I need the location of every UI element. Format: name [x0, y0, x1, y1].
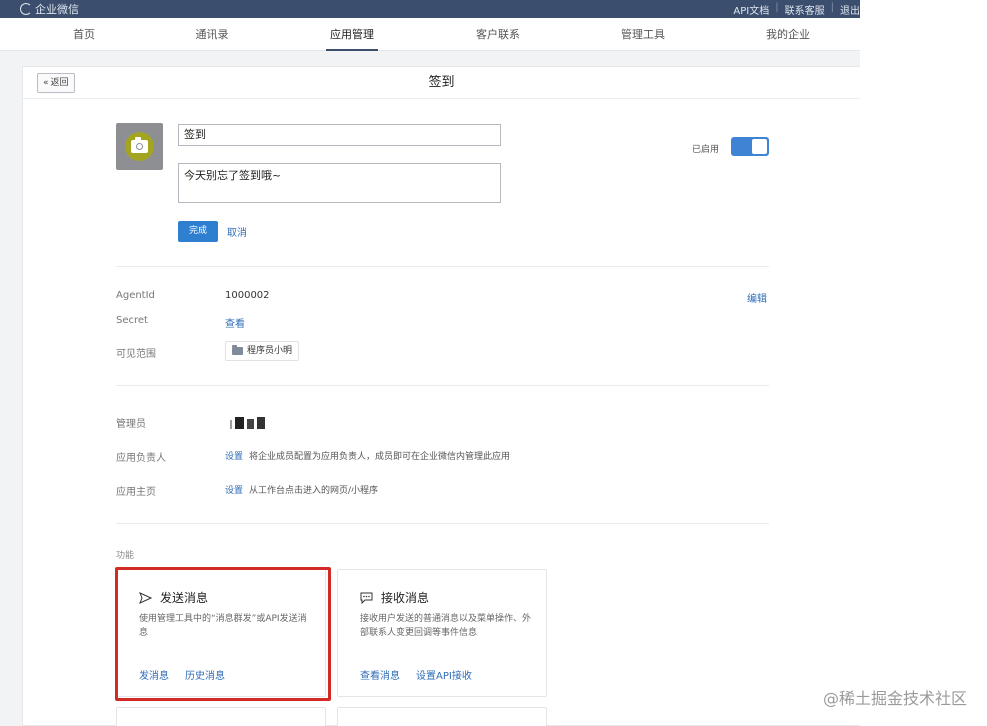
logo[interactable]: 企业微信 — [20, 1, 79, 17]
app-description-input[interactable]: 今天别忘了签到哦~ — [178, 163, 501, 203]
receive-message-description: 接收用户发送的普通消息以及菜单操作、外部联系人变更回调等事件信息 — [360, 614, 532, 638]
logout-link[interactable]: 退出 — [840, 2, 860, 17]
card-title: 接收消息 — [360, 589, 429, 606]
admin-console: 企业微信 API文档 | 联系客服 | 退出 首页 通讯录 应用管理 客户联系 … — [0, 0, 860, 726]
enabled-label: 已启用 — [692, 145, 720, 155]
chat-bubble-icon — [360, 592, 373, 604]
homepage-row: 设置 从工作台点击进入的网页/小程序 — [225, 483, 378, 496]
owner-label: 应用负责人 — [116, 453, 166, 464]
owner-set-link[interactable]: 设置 — [225, 452, 243, 462]
send-message-title: 发送消息 — [160, 591, 209, 605]
homepage-label: 应用主页 — [116, 487, 156, 498]
visible-range-label: 可见范围 — [116, 349, 156, 360]
divider — [116, 523, 769, 524]
camera-icon — [125, 132, 154, 161]
send-message-card[interactable]: 发送消息 使用管理工具中的“消息群发”或API发送消息 发消息 历史消息 — [116, 569, 326, 697]
page-title: 签到 — [428, 75, 455, 90]
link-separator: | — [775, 2, 779, 13]
nav-item-management-tools[interactable]: 管理工具 — [621, 18, 665, 51]
wecom-logo-icon — [20, 3, 32, 15]
message-history-link[interactable]: 历史消息 — [185, 667, 225, 682]
enabled-toggle[interactable] — [731, 137, 769, 156]
nav-item-app-management[interactable]: 应用管理 — [326, 18, 378, 51]
card-title: 发送消息 — [139, 589, 208, 606]
api-docs-link[interactable]: API文档 — [733, 2, 769, 17]
admin-label: 管理员 — [116, 419, 146, 430]
main-nav: 首页 通讯录 应用管理 客户联系 管理工具 我的企业 — [0, 18, 860, 51]
admin-avatar — [230, 416, 265, 429]
toggle-knob — [752, 139, 767, 154]
homepage-set-link[interactable]: 设置 — [225, 486, 243, 496]
visible-range-chip[interactable]: 程序员小明 — [225, 341, 300, 361]
send-message-link[interactable]: 发消息 — [139, 667, 169, 682]
feature-card[interactable] — [116, 707, 326, 726]
feature-card[interactable] — [337, 707, 547, 726]
owner-row: 设置 将企业成员配置为应用负责人，成员即可在企业微信内管理此应用 — [225, 449, 510, 462]
receive-message-title: 接收消息 — [381, 591, 430, 605]
contact-support-link[interactable]: 联系客服 — [785, 2, 825, 17]
folder-icon — [232, 345, 243, 355]
homepage-hint: 从工作台点击进入的网页/小程序 — [249, 486, 379, 496]
done-button[interactable]: 完成 — [178, 221, 218, 242]
secret-label: Secret — [116, 315, 148, 326]
watermark: @稀土掘金技术社区 — [822, 689, 967, 708]
nav-item-contacts[interactable]: 通讯录 — [196, 18, 229, 51]
card-actions: 发消息 历史消息 — [139, 667, 225, 682]
panel-header: « 返回 签到 — [23, 67, 860, 99]
owner-hint: 将企业成员配置为应用负责人，成员即可在企业微信内管理此应用 — [249, 452, 511, 462]
agentid-label: AgentId — [116, 290, 155, 301]
card-actions: 查看消息 设置API接收 — [360, 667, 472, 682]
top-bar: 企业微信 API文档 | 联系客服 | 退出 — [0, 0, 860, 18]
logo-text: 企业微信 — [35, 3, 79, 16]
link-separator: | — [830, 2, 834, 13]
app-detail-panel: « 返回 签到 签到 今天别忘了签到哦~ 完成 取消 已启用 AgentId 1… — [22, 66, 860, 726]
nav-item-home[interactable]: 首页 — [73, 18, 95, 51]
agentid-value: 1000002 — [225, 290, 270, 301]
send-message-description: 使用管理工具中的“消息群发”或API发送消息 — [139, 614, 307, 638]
features-label: 功能 — [116, 551, 135, 561]
divider — [116, 385, 769, 386]
app-avatar[interactable] — [116, 123, 163, 170]
set-api-receive-link[interactable]: 设置API接收 — [416, 667, 472, 682]
view-secret-link[interactable]: 查看 — [225, 315, 245, 330]
receive-message-card[interactable]: 接收消息 接收用户发送的普通消息以及菜单操作、外部联系人变更回调等事件信息 查看… — [337, 569, 547, 697]
send-icon — [139, 591, 152, 604]
edit-link[interactable]: 编辑 — [747, 290, 767, 305]
nav-item-my-enterprise[interactable]: 我的企业 — [766, 18, 810, 51]
divider — [116, 266, 769, 267]
view-messages-link[interactable]: 查看消息 — [360, 667, 400, 682]
visible-range-name: 程序员小明 — [247, 346, 293, 356]
top-links: API文档 | 联系客服 | 退出 — [733, 2, 860, 17]
cancel-link[interactable]: 取消 — [227, 224, 247, 239]
nav-item-customer-contact[interactable]: 客户联系 — [476, 18, 520, 51]
app-name-input[interactable]: 签到 — [178, 124, 501, 146]
